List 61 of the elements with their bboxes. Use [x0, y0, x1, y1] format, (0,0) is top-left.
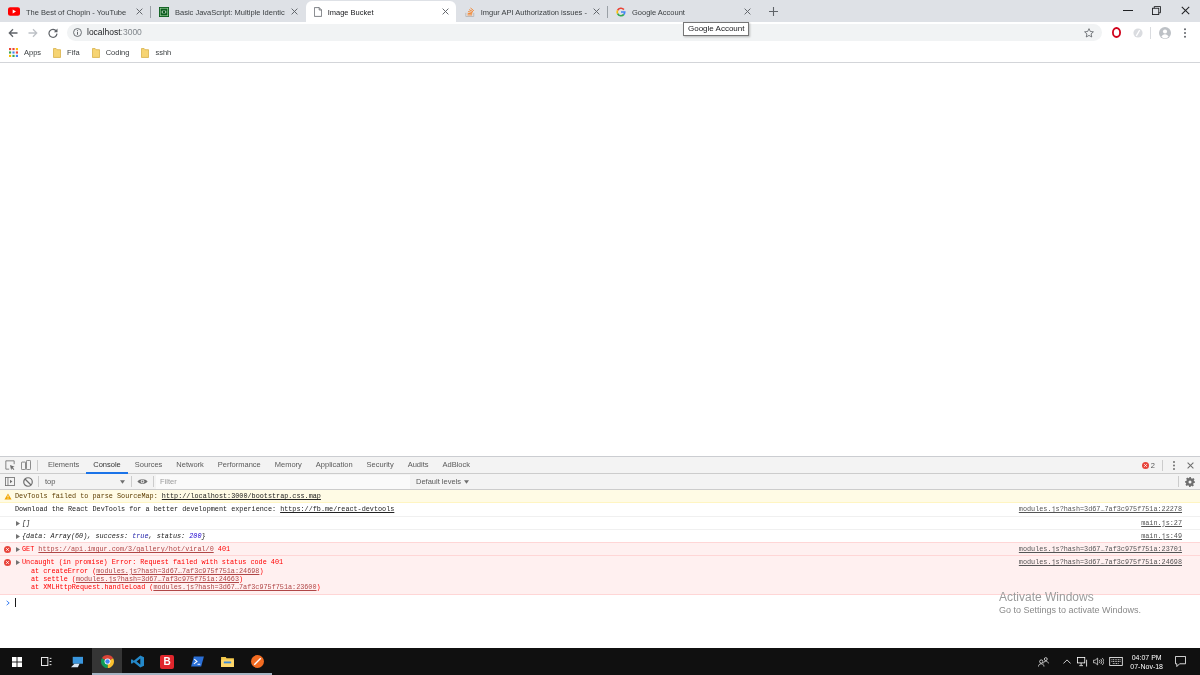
- error-icon: [4, 546, 11, 554]
- minimize-icon[interactable]: [1122, 9, 1133, 11]
- restore-icon[interactable]: [1152, 5, 1161, 15]
- document-icon: [313, 6, 322, 17]
- prompt-icon: [5, 599, 10, 606]
- browser-icon: [100, 655, 114, 668]
- apps-grid-icon: [9, 48, 18, 57]
- taskbar-button[interactable]: B: [152, 648, 182, 675]
- activation-subtitle: Go to Settings to activate Windows.: [999, 605, 1142, 616]
- tab-close-icon[interactable]: [441, 8, 449, 15]
- clear-console-icon[interactable]: [23, 476, 33, 487]
- monitor-icon: [70, 655, 84, 668]
- folder-icon: [141, 47, 150, 58]
- error-icon: [1141, 461, 1149, 469]
- caret-icon: [464, 479, 470, 484]
- app-logo: B: [160, 654, 174, 669]
- devices-icon[interactable]: [21, 460, 31, 470]
- stack-tray-icon: [464, 6, 475, 17]
- folder-icon: [220, 656, 234, 667]
- expand-arrow-icon[interactable]: [16, 560, 20, 566]
- caret-icon: [120, 479, 125, 484]
- text-cursor-icon: [15, 597, 16, 607]
- activation-title: Activate Windows: [999, 590, 1095, 605]
- tab-close-icon[interactable]: [136, 8, 143, 15]
- ring-icon[interactable]: [1112, 27, 1121, 38]
- start-icon[interactable]: [12, 656, 22, 667]
- slash-circle-icon: [250, 655, 264, 668]
- task-view-icon[interactable]: [40, 657, 52, 666]
- info-icon[interactable]: [73, 28, 82, 37]
- network-icon[interactable]: [1077, 656, 1089, 667]
- folder-icon: [53, 47, 62, 58]
- people-icon[interactable]: [1038, 656, 1050, 667]
- keyboard-icon[interactable]: [1109, 657, 1124, 666]
- ring-logo-icon: [615, 6, 626, 17]
- tooltip: Google Account: [683, 22, 750, 36]
- speaker-icon[interactable]: [1093, 657, 1105, 666]
- reload-icon[interactable]: [48, 27, 58, 38]
- warning-icon: [3, 493, 12, 500]
- expand-arrow-icon[interactable]: [16, 547, 20, 553]
- tab-close-icon[interactable]: [592, 8, 600, 15]
- settings-icon[interactable]: [1185, 476, 1195, 487]
- expand-arrow-icon[interactable]: [16, 520, 20, 526]
- code-editor-icon: [130, 655, 144, 668]
- chevron-up-icon[interactable]: [1063, 659, 1072, 664]
- folder-icon: [91, 47, 100, 58]
- expand-arrow-icon[interactable]: [16, 533, 20, 539]
- tab-close-icon[interactable]: [743, 8, 751, 15]
- star-icon[interactable]: [1084, 27, 1094, 38]
- code-square-icon: [159, 6, 169, 17]
- eye-icon[interactable]: [137, 478, 148, 485]
- taskbar-button[interactable]: [92, 648, 122, 675]
- new-tab-icon[interactable]: [768, 7, 778, 16]
- sidebar-toggle-icon[interactable]: [5, 477, 15, 486]
- back-arrow-icon[interactable]: [8, 27, 18, 38]
- close-icon[interactable]: [1181, 5, 1190, 15]
- video-play-icon: [8, 7, 20, 16]
- notification-icon[interactable]: [1175, 656, 1186, 667]
- error-icon: [4, 559, 11, 567]
- inspect-icon[interactable]: [5, 460, 15, 470]
- tab-close-icon[interactable]: [290, 8, 298, 15]
- terminal-icon: [190, 656, 204, 667]
